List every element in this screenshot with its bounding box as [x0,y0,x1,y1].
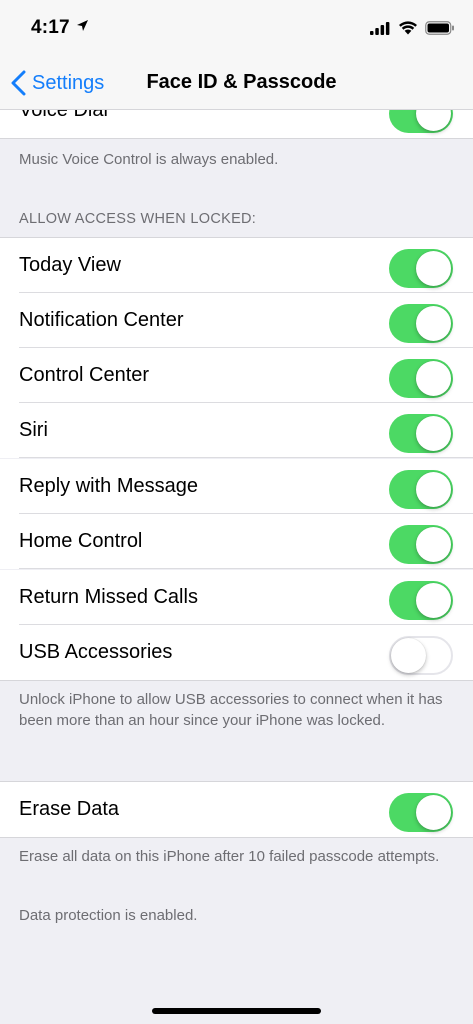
notification-center-toggle[interactable] [389,304,453,343]
toggle-knob [416,251,451,286]
row-label: Return Missed Calls [19,586,198,608]
row-erase-data: Erase Data [0,782,473,837]
return-missed-calls-toggle[interactable] [389,581,453,620]
row-label: Control Center [19,364,150,386]
row-today-view: Today View [0,238,473,293]
toggle-knob [416,472,451,507]
row-label: Home Control [19,530,143,552]
home-control-toggle[interactable] [389,525,453,564]
locked-section-header: ALLOW ACCESS WHEN LOCKED: [19,211,257,227]
toggle-knob [416,416,451,451]
cellular-signal-icon [370,22,390,35]
row-return-missed-calls: Return Missed Calls [0,570,473,625]
divider [0,680,473,681]
status-time: 4:17 [31,17,70,38]
row-control-center: Control Center [0,348,473,403]
status-bar: 4:17 [0,0,473,56]
location-arrow-icon [77,20,88,31]
row-label: USB Accessories [19,641,173,663]
control-center-toggle[interactable] [389,359,453,398]
row-label: Notification Center [19,309,184,331]
row-notification-center: Notification Center [0,293,473,348]
toggle-knob [416,306,451,341]
siri-toggle[interactable] [389,414,453,453]
battery-icon [425,21,454,35]
usb-accessories-toggle[interactable] [389,636,453,675]
toggle-knob [416,795,451,830]
voice-control-footnote: Music Voice Control is always enabled. [19,151,279,168]
toggle-knob [391,638,426,673]
usb-accessories-footnote: Unlock iPhone to allow USB accessories t… [19,691,443,729]
divider [0,138,473,139]
row-label: Erase Data [19,798,120,820]
row-label: Siri [19,419,48,441]
row-usb-accessories: USB Accessories [0,625,473,680]
reply-with-message-toggle[interactable] [389,470,453,509]
row-label: Reply with Message [19,475,198,497]
navigation-bar: Settings Face ID & Passcode [0,56,473,110]
toggle-knob [416,583,451,618]
toggle-knob [416,527,451,562]
wifi-icon [399,21,417,35]
toggle-knob [416,361,451,396]
row-separator [19,457,473,458]
divider [0,837,473,838]
page-title: Face ID & Passcode [146,71,337,93]
row-label: Today View [19,254,121,276]
data-protection-status: Data protection is enabled. [19,907,198,924]
row-home-control: Home Control [0,514,473,569]
row-separator [19,568,473,569]
row-siri: Siri [0,403,473,458]
today-view-toggle[interactable] [389,249,453,288]
erase-data-toggle[interactable] [389,793,453,832]
erase-data-footnote: Erase all data on this iPhone after 10 f… [19,848,440,865]
row-reply-with-message: Reply with Message [0,459,473,514]
home-indicator[interactable] [152,1008,321,1014]
settings-screen: 4:17 Settings Face ID & Passcode Voice D… [0,0,473,1024]
